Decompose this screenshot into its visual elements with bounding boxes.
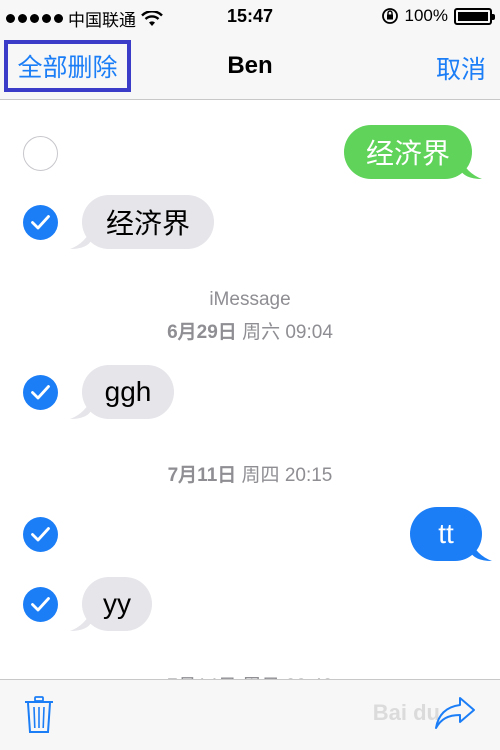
message-row: ggh — [0, 363, 500, 433]
timestamp-time: 周四 20:15 — [236, 465, 333, 486]
watermark-logo: Bai du — [372, 700, 440, 725]
message-bubble-outgoing-sms[interactable]: 经济界 — [344, 125, 472, 179]
battery-percent: 100% — [404, 6, 448, 25]
bubble-tail — [70, 609, 92, 631]
share-icon[interactable] — [434, 696, 476, 730]
timestamp-date: 6月29日 — [167, 322, 237, 343]
checkmark-icon — [31, 527, 50, 542]
timestamp-partial: 7月14日 周日 08:40 — [0, 671, 500, 679]
timestamp: 6月29日 周六 09:04 — [0, 317, 500, 344]
service-label: iMessage — [209, 289, 291, 310]
bottom-toolbar: Bai du — [0, 679, 500, 750]
cancel-button[interactable]: 取消 — [436, 50, 486, 86]
timestamp-time: 周六 09:04 — [236, 322, 333, 343]
select-circle-checked[interactable] — [23, 375, 58, 410]
message-row: tt — [0, 501, 500, 571]
status-bar: 中国联通 15:47 100% — [0, 0, 500, 32]
conversation-title: Ben — [227, 52, 273, 79]
checkmark-icon — [31, 385, 50, 400]
battery-fill — [458, 11, 488, 21]
bubble-tail — [470, 539, 492, 561]
battery-icon — [454, 7, 495, 25]
bubble-tail — [70, 227, 92, 249]
message-bubble-incoming[interactable]: ggh — [82, 365, 174, 419]
checkmark-icon — [31, 215, 50, 230]
select-circle-checked[interactable] — [23, 517, 58, 552]
timestamp-date: 7月11日 — [167, 465, 237, 486]
message-text: ggh — [104, 376, 152, 407]
bubble-tail — [460, 157, 482, 179]
message-bubble-incoming[interactable]: 经济界 — [82, 195, 214, 249]
message-text: yy — [103, 588, 131, 619]
orientation-lock-icon — [381, 8, 398, 24]
message-row: yy — [0, 573, 500, 643]
status-right: 100% — [381, 6, 495, 26]
checkmark-icon — [31, 597, 50, 612]
bubble-tail — [70, 397, 92, 419]
select-circle-checked[interactable] — [23, 587, 58, 622]
message-list[interactable]: 经济界 经济界 iMessage 6月29日 周六 09:04 ggh 7月11… — [0, 101, 500, 679]
select-circle-checked[interactable] — [23, 205, 58, 240]
message-text: 经济界 — [105, 208, 190, 239]
select-circle-unchecked[interactable] — [23, 136, 58, 171]
message-bubble-incoming[interactable]: yy — [82, 577, 152, 631]
timestamp: 7月11日 周四 20:15 — [0, 460, 500, 487]
trash-icon[interactable] — [24, 696, 54, 734]
message-row: 经济界 — [0, 101, 500, 201]
nav-bar: 全部删除 Ben 取消 — [0, 32, 500, 100]
message-text: tt — [438, 518, 454, 549]
message-row: 经济界 — [0, 193, 500, 273]
message-text: 经济界 — [365, 138, 450, 169]
